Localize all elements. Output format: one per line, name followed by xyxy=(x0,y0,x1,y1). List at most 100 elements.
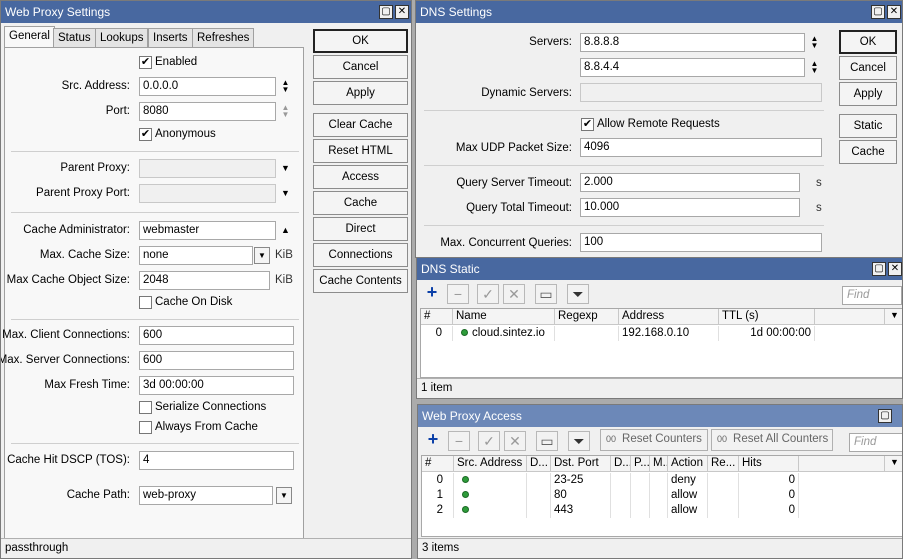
column-header[interactable]: M... xyxy=(650,456,668,472)
web-proxy-titlebar[interactable]: Web Proxy Settings xyxy=(1,1,411,23)
reset-all-counters-button[interactable]: 00 Reset All Counters xyxy=(711,429,833,451)
max-cache-object-input[interactable]: 2048 xyxy=(139,271,270,290)
src-address-stepper[interactable]: ▲ ▼ xyxy=(280,79,291,94)
max-udp-input[interactable]: 4096 xyxy=(580,138,822,157)
serialize-checkbox[interactable] xyxy=(139,401,152,414)
ok-button[interactable]: OK xyxy=(839,30,897,54)
minus-icon[interactable]: − xyxy=(447,284,469,304)
filter-icon[interactable]: ⏷ xyxy=(567,284,589,304)
column-header[interactable]: TTL (s) xyxy=(719,309,815,325)
cancel-button[interactable]: Cancel xyxy=(839,56,897,80)
enabled-checkbox[interactable]: ✔ xyxy=(139,56,152,69)
tab-inserts[interactable]: Inserts xyxy=(148,28,193,48)
apply-button[interactable]: Apply xyxy=(839,82,897,106)
column-header[interactable]: Src. Address xyxy=(454,456,527,472)
plus-icon[interactable]: + xyxy=(422,430,444,451)
column-header[interactable]: Address xyxy=(619,309,719,325)
maximize-icon[interactable]: ▢ xyxy=(872,262,886,276)
column-menu-icon[interactable]: ▼ xyxy=(885,456,902,472)
cross-icon[interactable]: ✕ xyxy=(503,284,525,304)
parent-proxy-dropdown-icon[interactable]: ▼ xyxy=(280,163,291,173)
parent-proxy-input[interactable] xyxy=(139,159,276,178)
minus-icon[interactable]: − xyxy=(448,431,470,451)
server2-input[interactable]: 8.8.4.4 xyxy=(580,58,805,77)
max-server-conn-input[interactable]: 600 xyxy=(139,351,294,370)
cache-button[interactable]: Cache xyxy=(839,140,897,164)
find-input[interactable]: Find xyxy=(842,286,902,305)
cache-hit-dscp-input[interactable]: 4 xyxy=(139,451,294,470)
column-header[interactable]: D... xyxy=(527,456,551,472)
max-concurrent-input[interactable]: 100 xyxy=(580,233,822,252)
cache-on-disk-checkbox[interactable] xyxy=(139,296,152,309)
parent-proxy-port-dropdown-icon[interactable]: ▼ xyxy=(280,188,291,198)
server1-input[interactable]: 8.8.8.8 xyxy=(580,33,805,52)
access-button[interactable]: Access xyxy=(313,165,408,189)
table-row[interactable]: 1 80 allow 0 xyxy=(422,488,902,503)
parent-proxy-port-input[interactable] xyxy=(139,184,276,203)
tab-status[interactable]: Status xyxy=(53,28,96,48)
query-total-timeout-input[interactable]: 10.000 xyxy=(580,198,800,217)
ok-button[interactable]: OK xyxy=(313,29,408,53)
table-row[interactable]: 0 23-25 deny 0 xyxy=(422,473,902,488)
maximize-icon[interactable]: ▢ xyxy=(379,5,393,19)
always-from-cache-checkbox[interactable] xyxy=(139,421,152,434)
max-client-conn-input[interactable]: 600 xyxy=(139,326,294,345)
max-cache-size-dropdown-icon[interactable]: ▼ xyxy=(254,247,270,264)
column-header[interactable]: # xyxy=(422,456,454,472)
check-icon[interactable]: ✓ xyxy=(477,284,499,304)
allow-remote-checkbox[interactable]: ✔ xyxy=(581,118,594,131)
direct-button[interactable]: Direct xyxy=(313,217,408,241)
max-fresh-time-input[interactable]: 3d 00:00:00 xyxy=(139,376,294,395)
cache-button[interactable]: Cache xyxy=(313,191,408,215)
cache-admin-input[interactable]: webmaster xyxy=(139,221,276,240)
close-icon[interactable]: ✕ xyxy=(395,5,409,19)
port-input[interactable]: 8080 xyxy=(139,102,276,121)
close-icon[interactable]: ✕ xyxy=(888,262,902,276)
web-proxy-access-titlebar[interactable]: Web Proxy Access xyxy=(418,405,902,427)
cache-admin-collapse-icon[interactable]: ▲ xyxy=(280,225,291,235)
apply-button[interactable]: Apply xyxy=(313,81,408,105)
column-header[interactable]: Hits xyxy=(739,456,799,472)
clear-cache-button[interactable]: Clear Cache xyxy=(313,113,408,137)
maximize-icon[interactable]: ▢ xyxy=(878,409,892,423)
server1-stepper[interactable]: ▲ ▼ xyxy=(809,35,820,50)
reset-html-button[interactable]: Reset HTML xyxy=(313,139,408,163)
cancel-button[interactable]: Cancel xyxy=(313,55,408,79)
column-header[interactable]: Name xyxy=(453,309,555,325)
find-input[interactable]: Find xyxy=(849,433,902,452)
static-button[interactable]: Static xyxy=(839,114,897,138)
query-server-timeout-input[interactable]: 2.000 xyxy=(580,173,800,192)
column-header[interactable]: P... xyxy=(631,456,650,472)
table-row[interactable]: 2 443 allow 0 xyxy=(422,503,902,518)
cross-icon[interactable]: ✕ xyxy=(504,431,526,451)
check-icon[interactable]: ✓ xyxy=(478,431,500,451)
column-header[interactable]: # xyxy=(421,309,453,325)
plus-icon[interactable]: + xyxy=(421,283,443,304)
reset-counters-button[interactable]: 00 Reset Counters xyxy=(600,429,708,451)
column-header[interactable]: Re... xyxy=(708,456,739,472)
comment-icon[interactable]: ▭ xyxy=(536,431,558,451)
dns-static-titlebar[interactable]: DNS Static xyxy=(417,258,902,280)
comment-icon[interactable]: ▭ xyxy=(535,284,557,304)
table-row[interactable]: 0 cloud.sintez.io 192.168.0.10 1d 00:00:… xyxy=(421,326,902,342)
column-header[interactable]: Dst. Port xyxy=(551,456,611,472)
server2-stepper[interactable]: ▲ ▼ xyxy=(809,60,820,75)
column-header[interactable]: D... xyxy=(611,456,631,472)
connections-button[interactable]: Connections xyxy=(313,243,408,267)
column-header[interactable]: Action xyxy=(668,456,708,472)
tab-general[interactable]: General xyxy=(4,26,55,48)
dns-titlebar[interactable]: DNS Settings xyxy=(416,1,902,23)
close-icon[interactable]: ✕ xyxy=(887,5,901,19)
src-address-input[interactable]: 0.0.0.0 xyxy=(139,77,276,96)
port-stepper[interactable]: ▲ ▼ xyxy=(280,104,291,119)
tab-refreshes[interactable]: Refreshes xyxy=(192,28,255,48)
column-menu-icon[interactable]: ▼ xyxy=(885,309,902,325)
anonymous-checkbox[interactable]: ✔ xyxy=(139,128,152,141)
cache-path-dropdown-icon[interactable]: ▼ xyxy=(276,487,292,504)
column-header[interactable]: Regexp xyxy=(555,309,619,325)
filter-icon[interactable]: ⏷ xyxy=(568,431,590,451)
cache-contents-button[interactable]: Cache Contents xyxy=(313,269,408,293)
cache-path-input[interactable]: web-proxy xyxy=(139,486,273,505)
maximize-icon[interactable]: ▢ xyxy=(871,5,885,19)
max-cache-size-input[interactable]: none xyxy=(139,246,253,265)
